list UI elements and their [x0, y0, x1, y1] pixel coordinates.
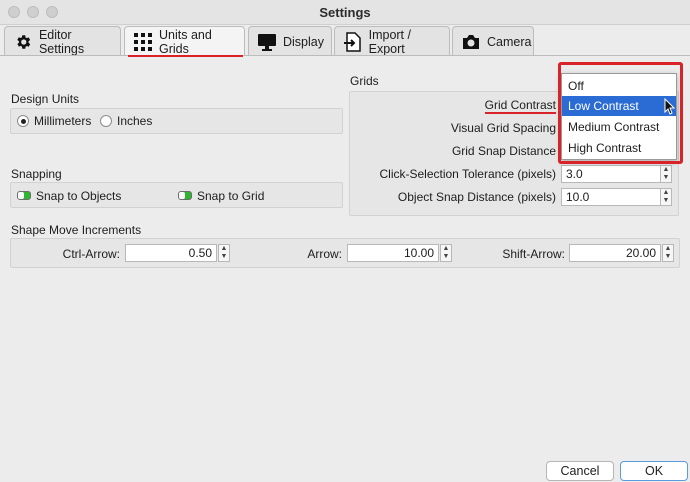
- object-snap-distance-label: Object Snap Distance (pixels): [397, 190, 556, 204]
- shift-arrow-label: Shift-Arrow:: [502, 247, 565, 261]
- grid-contrast-underline: [485, 112, 556, 114]
- snap-to-grid-toggle[interactable]: [178, 191, 192, 200]
- millimeters-radio[interactable]: [17, 115, 29, 127]
- arrow-label: Arrow:: [307, 247, 342, 261]
- window-title: Settings: [319, 5, 371, 20]
- ctrl-arrow-stepper[interactable]: ▲ ▼: [218, 244, 230, 262]
- click-selection-tolerance-field[interactable]: 3.0: [561, 165, 661, 183]
- camera-icon: [461, 32, 481, 52]
- import-export-icon: [343, 31, 363, 52]
- grid-snap-distance-label: Grid Snap Distance: [451, 144, 556, 158]
- arrow-stepper[interactable]: ▲ ▼: [440, 244, 452, 262]
- tab-editor-settings[interactable]: Editor Settings: [4, 26, 121, 56]
- ctrl-arrow-field[interactable]: 0.50: [125, 244, 217, 262]
- tab-units-and-grids[interactable]: Units and Grids: [124, 26, 245, 56]
- tab-import-export[interactable]: Import / Export: [334, 26, 450, 56]
- tab-label: Units and Grids: [159, 27, 212, 56]
- tab-label: Display: [283, 34, 324, 49]
- snapping-title: Snapping: [11, 167, 62, 181]
- tab-camera[interactable]: Camera: [452, 26, 534, 56]
- click-selection-tolerance-label: Click-Selection Tolerance (pixels): [379, 167, 556, 181]
- monitor-icon: [257, 32, 277, 52]
- visual-grid-spacing-label: Visual Grid Spacing: [450, 121, 556, 135]
- shape-move-increments-title: Shape Move Increments: [11, 223, 142, 237]
- grid-icon: [133, 32, 153, 52]
- object-snap-distance-stepper[interactable]: ▲ ▼: [660, 188, 672, 206]
- grids-title: Grids: [350, 74, 379, 88]
- inches-radio[interactable]: [100, 115, 112, 127]
- gear-icon: [13, 32, 33, 52]
- shift-arrow-field[interactable]: 20.00: [569, 244, 661, 262]
- click-selection-tolerance-stepper[interactable]: ▲ ▼: [660, 165, 672, 183]
- tab-label: Editor Settings: [38, 27, 85, 56]
- grid-contrast-label: Grid Contrast: [484, 98, 556, 112]
- tab-divider: [0, 55, 690, 56]
- snap-to-objects-label: Snap to Objects: [36, 189, 122, 203]
- inches-label: Inches: [117, 114, 153, 128]
- millimeters-label: Millimeters: [34, 114, 92, 128]
- tab-highlight-underline: [128, 55, 243, 57]
- tab-display[interactable]: Display: [248, 26, 332, 56]
- design-units-title: Design Units: [11, 92, 80, 106]
- shift-arrow-stepper[interactable]: ▲ ▼: [662, 244, 674, 262]
- snap-to-grid-label: Snap to Grid: [197, 189, 265, 203]
- ctrl-arrow-label: Ctrl-Arrow:: [62, 247, 120, 261]
- arrow-field[interactable]: 10.00: [347, 244, 439, 262]
- tab-label: Camera: [487, 34, 532, 49]
- dropdown-highlight-box: [558, 62, 683, 164]
- object-snap-distance-field[interactable]: 10.0: [561, 188, 661, 206]
- tab-label: Import / Export: [368, 27, 411, 56]
- snap-to-objects-toggle[interactable]: [17, 191, 31, 200]
- ok-button[interactable]: OK: [620, 461, 688, 481]
- cancel-button[interactable]: Cancel: [546, 461, 614, 481]
